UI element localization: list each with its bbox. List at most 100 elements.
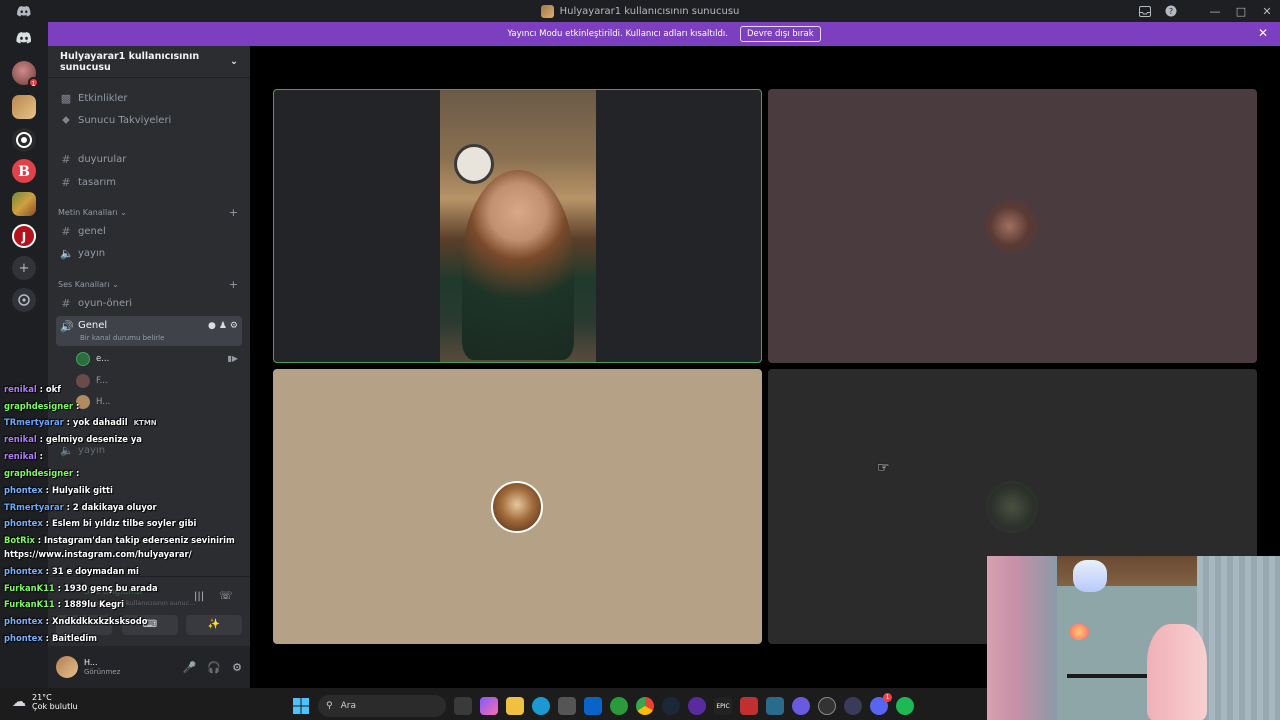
help-icon[interactable]: ? [1158, 0, 1184, 22]
add-server-icon[interactable]: + [12, 256, 36, 280]
events-item[interactable]: ▩ Etkinlikler [56, 88, 242, 108]
chat-badge: KTMN [133, 419, 157, 427]
obs-icon[interactable] [688, 697, 706, 715]
microphone-icon[interactable]: 🎤 [183, 661, 197, 674]
inbox-icon[interactable] [1132, 0, 1158, 22]
taskbar-search[interactable]: ⚲ Ara [318, 695, 446, 717]
direct-messages-icon[interactable] [12, 26, 36, 50]
chat-message: phontex : Eslem bi yıldız tilbe soyler g… [4, 518, 196, 528]
voice-category[interactable]: Ses Kanalları ⌄ + [58, 277, 238, 291]
channel-yayin[interactable]: 🔈 yayın [56, 243, 242, 263]
add-channel-icon[interactable]: + [229, 206, 238, 219]
hash-icon: # [61, 296, 71, 310]
text-category[interactable]: Metin Kanalları ⌄ + [58, 205, 238, 219]
voice-member-1[interactable]: e... [76, 349, 109, 369]
app-icon-red[interactable] [740, 697, 758, 715]
svg-text:B: B [18, 164, 30, 180]
video-tile-1[interactable] [273, 89, 762, 363]
invite-icon[interactable]: ♟ [219, 321, 227, 331]
channel-status[interactable]: Bir kanal durumu belirle [80, 334, 164, 342]
chrome-icon[interactable] [636, 697, 654, 715]
server-avatar [540, 4, 554, 18]
text-category-label: Metin Kanalları [58, 207, 118, 217]
discord-taskbar-icon[interactable]: 1 [870, 693, 892, 715]
title-bar: Hulyayarar1 kullanıcısının sunucusu ? — … [0, 0, 1280, 22]
speaker-icon: 🔈 [60, 246, 74, 260]
user-status: Görünmez [84, 667, 121, 676]
chat-text: : okf [36, 384, 61, 394]
calculator-icon[interactable] [558, 697, 576, 715]
voice-channel-genel[interactable]: 🔊 Genel Bir kanal durumu belirle ● ♟ ⚙ [56, 316, 242, 346]
discord-logo-icon [17, 0, 31, 22]
server-header[interactable]: Hulyayarar1 kullanıcısının sunucusu ⌄ [48, 46, 250, 78]
app-icon-purple[interactable] [792, 697, 810, 715]
settings-gear-icon[interactable]: ⚙ [230, 321, 238, 331]
disable-streamer-mode-button[interactable]: Devre dışı bırak [739, 26, 821, 42]
obs-studio-icon[interactable] [818, 697, 836, 715]
participant-avatar [491, 481, 543, 533]
mouse-cursor-icon: ☞ [877, 460, 890, 476]
participant-avatar [986, 200, 1038, 252]
boosts-item[interactable]: ⬥ Sunucu Takviyeleri [56, 110, 242, 130]
maximize-icon[interactable]: □ [1228, 0, 1254, 22]
channel-label: tasarım [78, 176, 117, 188]
chat-message: phontex : Xndkdkkxkzksksodo [4, 616, 148, 626]
weather-desc: Çok bulutlu [32, 702, 78, 712]
channel-duyurular[interactable]: # duyurular [56, 149, 242, 169]
chat-text: : gelmiyo desenize ya [36, 434, 142, 444]
search-icon: ⚲ [326, 701, 333, 711]
member-name: e... [96, 354, 110, 364]
app-icon-bird[interactable] [766, 697, 784, 715]
server-avatar-1[interactable]: 1 [12, 61, 39, 88]
video-tile-3[interactable] [273, 369, 762, 644]
chat-text: https://www.instagram.com/hulyayarar/ [4, 549, 192, 559]
close-window-icon[interactable]: ✕ [1254, 0, 1280, 22]
streamer-mode-banner: Yayıncı Modu etkinleştirildi. Kullanıcı … [48, 22, 1280, 46]
user-avatar[interactable] [56, 656, 78, 678]
chat-message: graphdesigner : [4, 468, 79, 478]
channel-genel[interactable]: # genel [56, 221, 242, 241]
weather-widget[interactable]: ☁ 21°C Çok bulutlu [12, 693, 78, 711]
edge-browser-icon[interactable] [532, 697, 550, 715]
lamp-shade [1073, 560, 1107, 592]
boosts-label: Sunucu Takviyeleri [78, 114, 172, 126]
chat-text: : [73, 468, 80, 478]
add-channel-icon[interactable]: + [229, 278, 238, 291]
spotify-icon[interactable] [896, 697, 914, 715]
channel-label: duyurular [78, 153, 127, 165]
wall-left [987, 556, 1057, 720]
chat-bubble-icon[interactable]: ● [208, 321, 216, 331]
app-icon-dots[interactable] [844, 697, 862, 715]
chat-text: : [36, 451, 44, 461]
server-avatar-active[interactable] [12, 95, 36, 119]
file-explorer-icon[interactable] [506, 697, 524, 715]
participant-avatar [986, 481, 1038, 533]
outlook-icon[interactable] [584, 697, 602, 715]
user-settings-gear-icon[interactable]: ⚙ [232, 661, 242, 674]
minimize-icon[interactable]: — [1202, 0, 1228, 22]
chat-text: : [73, 401, 80, 411]
steam-icon[interactable] [662, 697, 680, 715]
chat-text: : yok dahadil [63, 417, 128, 427]
epic-games-icon[interactable]: EPIC [714, 697, 732, 715]
hand [1147, 624, 1207, 720]
server-avatar-3[interactable]: B [12, 159, 36, 183]
chat-text: : 2 dakikaya oluyor [63, 502, 157, 512]
task-view-icon[interactable] [454, 697, 472, 715]
video-tile-2[interactable] [768, 89, 1257, 363]
server-avatar-4[interactable] [12, 192, 36, 216]
chat-message: https://www.instagram.com/hulyayarar/ [4, 549, 192, 559]
channel-tasarim[interactable]: # tasarım [56, 172, 242, 192]
windows-start-icon[interactable] [292, 697, 310, 715]
user-panel: H... Görünmez 🎤 🎧 ⚙ [48, 646, 250, 688]
explore-servers-icon[interactable] [12, 288, 36, 312]
channel-oyun-oneri[interactable]: # oyun-öneri [56, 293, 242, 313]
server-avatar-2[interactable] [12, 128, 36, 152]
chat-username: BotRix [4, 535, 35, 545]
chat-username: phontex [4, 616, 43, 626]
xbox-icon[interactable] [610, 697, 628, 715]
close-banner-icon[interactable]: ✕ [1258, 26, 1268, 40]
copilot-icon[interactable] [480, 697, 498, 715]
server-avatar-5[interactable]: J [12, 224, 36, 248]
headphones-icon[interactable]: 🎧 [207, 661, 221, 674]
